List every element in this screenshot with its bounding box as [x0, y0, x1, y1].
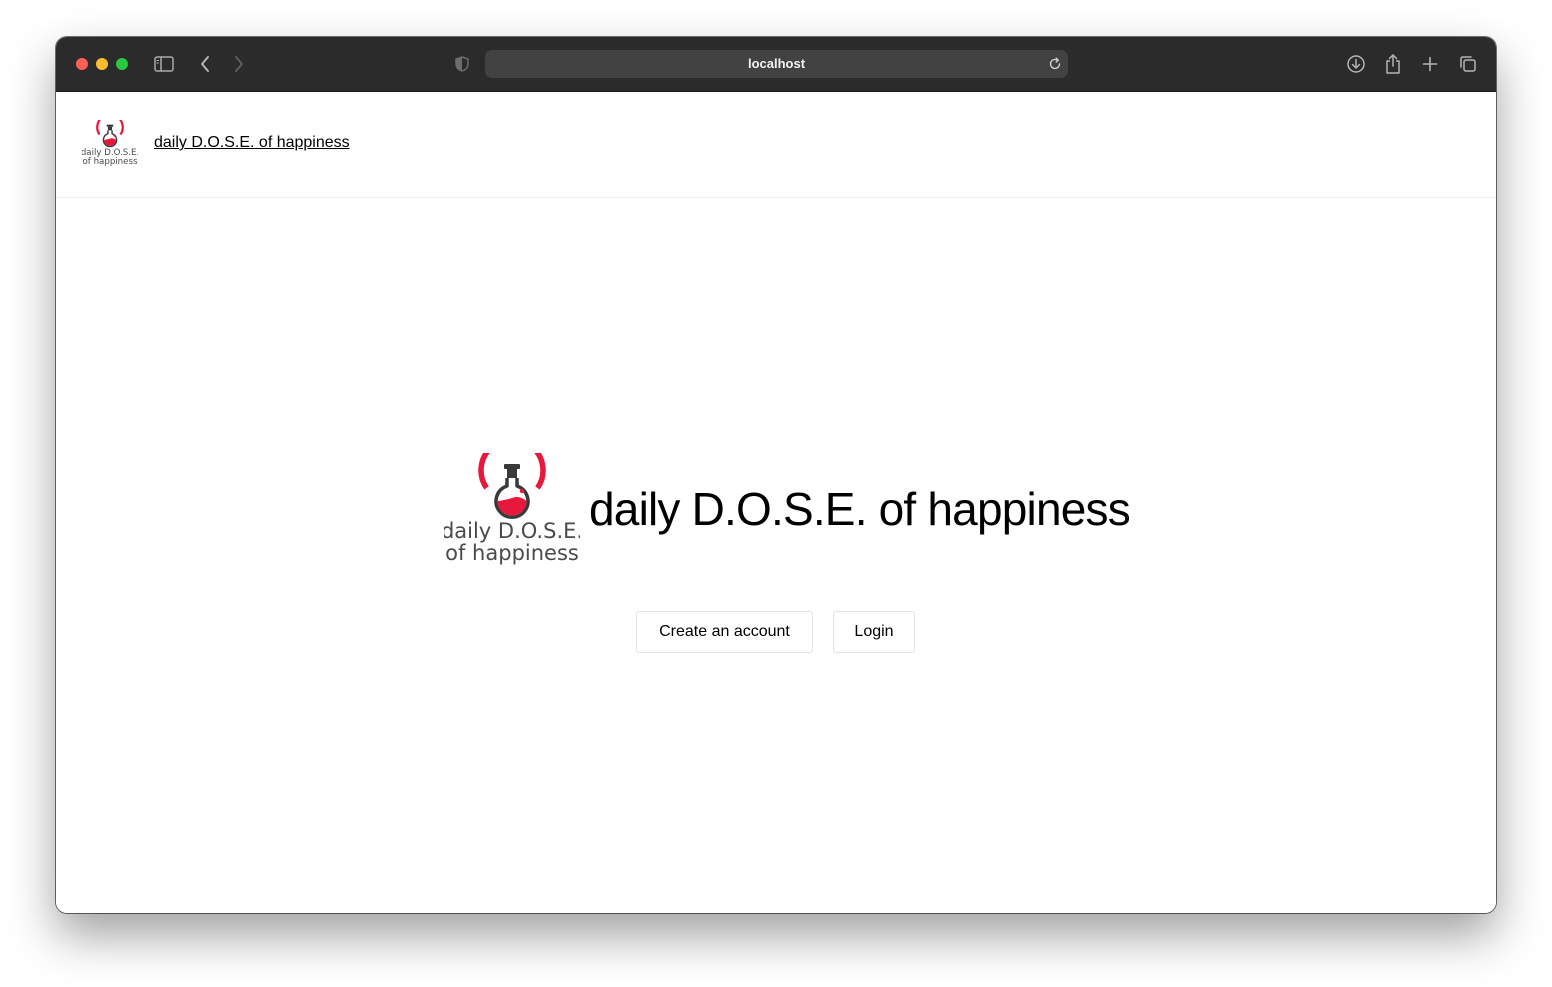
reload-icon[interactable] [1047, 56, 1063, 72]
create-account-button[interactable]: Create an account [636, 611, 813, 653]
download-icon[interactable] [1344, 52, 1368, 76]
hero-logo: daily D.O.S.E. of happiness [441, 436, 583, 569]
shield-icon[interactable] [450, 52, 474, 76]
close-window-button[interactable] [76, 58, 88, 70]
site-header: daily D.O.S.E. of happiness daily D.O.S.… [56, 92, 1496, 198]
url-text: localhost [747, 56, 806, 71]
plus-icon[interactable] [1418, 52, 1442, 76]
page-title: daily D.O.S.E. of happiness [589, 483, 1131, 535]
hero-logo-text-line1: daily D.O.S.E. [444, 519, 580, 543]
hero-logo-text-line2: of happiness [445, 541, 579, 565]
tabs-overview-icon[interactable] [1456, 52, 1480, 76]
header-logo-text-line1: daily D.O.S.E. [82, 148, 138, 158]
address-bar[interactable]: localhost [485, 50, 1068, 78]
site-title-link[interactable]: daily D.O.S.E. of happiness [154, 134, 350, 152]
header-logo-text-line2: of happiness [83, 157, 138, 167]
login-button[interactable]: Login [833, 611, 915, 653]
page-content: daily D.O.S.E. of happiness daily D.O.S.… [56, 92, 1496, 913]
browser-toolbar: localhost [56, 37, 1496, 92]
browser-window: localhost daily D.O.S.E. of happiness da… [56, 37, 1496, 913]
zoom-window-button[interactable] [116, 58, 128, 70]
header-logo[interactable]: daily D.O.S.E. of happiness [81, 113, 139, 168]
chevron-left-icon [201, 56, 209, 72]
flask-logo-icon: daily D.O.S.E. of happiness [81, 113, 139, 167]
forward-button[interactable] [227, 52, 251, 76]
hero-section: daily D.O.S.E. of happiness daily D.O.S.… [441, 436, 1144, 573]
back-button[interactable] [193, 52, 217, 76]
chevron-right-icon [235, 56, 243, 72]
minimize-window-button[interactable] [96, 58, 108, 70]
flask-logo-icon: daily D.O.S.E. of happiness [441, 436, 583, 565]
share-icon[interactable] [1381, 52, 1405, 76]
sidebar-toggle-icon[interactable] [152, 52, 176, 76]
